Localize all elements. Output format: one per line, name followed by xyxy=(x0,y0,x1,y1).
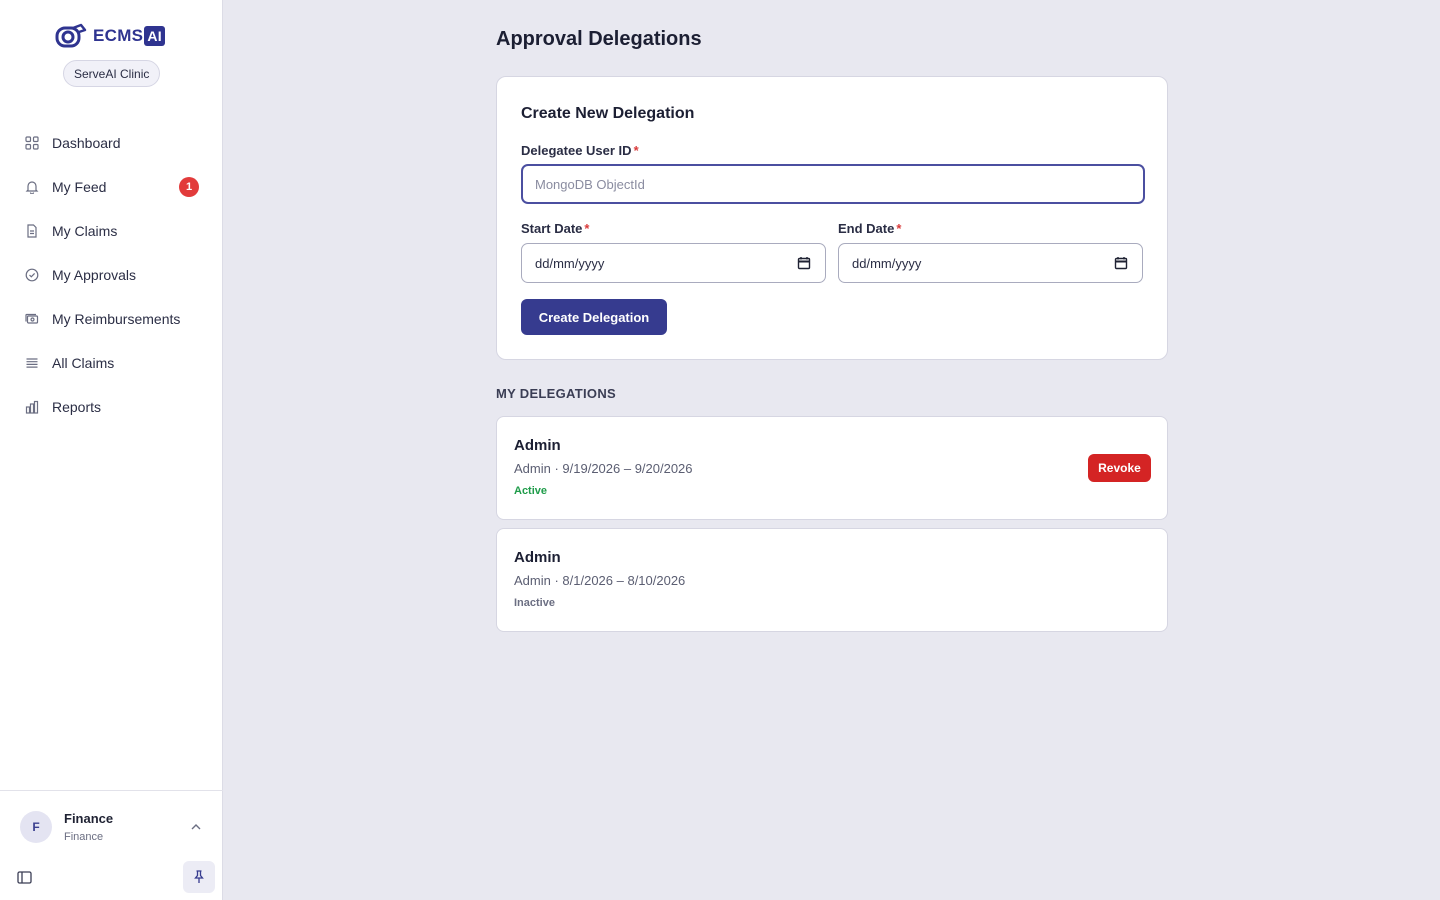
sidebar-toggle-button[interactable] xyxy=(15,868,33,886)
grid-icon xyxy=(24,135,40,151)
delegation-name: Admin xyxy=(514,437,561,454)
status-badge: Inactive xyxy=(514,597,555,609)
sidebar-item-label: All Claims xyxy=(52,355,115,371)
sidebar-item-dashboard[interactable]: Dashboard xyxy=(0,121,223,165)
required-marker: * xyxy=(584,221,590,236)
bell-icon xyxy=(24,179,40,195)
avatar[interactable]: F xyxy=(20,811,52,843)
end-date-value: dd/mm/yyyy xyxy=(852,255,922,271)
sidebar-panel-icon xyxy=(16,870,32,884)
sidebar: ECMS AI ServeAI Clinic Dashboard My Feed… xyxy=(0,0,223,900)
end-date-label-text: End Date xyxy=(838,221,895,236)
delegatee-user-id-input[interactable] xyxy=(521,164,1145,204)
page-title: Approval Delegations xyxy=(496,28,702,50)
sidebar-item-my-feed[interactable]: My Feed 1 xyxy=(0,165,223,209)
start-date-input[interactable]: dd/mm/yyyy xyxy=(521,243,826,283)
sidebar-item-label: Dashboard xyxy=(52,135,121,151)
pin-sidebar-button[interactable] xyxy=(183,861,215,893)
logo-icon xyxy=(55,23,87,48)
end-date-input[interactable]: dd/mm/yyyy xyxy=(838,243,1143,283)
user-role: Finance xyxy=(64,831,104,843)
start-date-label-text: Start Date xyxy=(521,221,583,236)
status-badge: Active xyxy=(514,485,548,497)
create-delegation-form: Create New Delegation Delegatee User ID *… xyxy=(496,76,1168,360)
required-marker: * xyxy=(896,221,902,236)
sidebar-item-label: My Approvals xyxy=(52,267,137,283)
delegatee-label: Delegatee User ID * xyxy=(521,143,639,158)
user-profile: F Finance Finance xyxy=(0,790,223,900)
user-name: Finance xyxy=(64,811,114,826)
list-icon xyxy=(24,355,40,371)
sidebar-nav: Dashboard My Feed 1 My Claims My Approva… xyxy=(0,121,223,429)
delegatee-label-text: Delegatee User ID xyxy=(521,143,632,158)
sidebar-item-all-claims[interactable]: All Claims xyxy=(0,341,223,385)
chevron-up-icon[interactable] xyxy=(189,820,203,834)
my-delegations-heading: MY DELEGATIONS xyxy=(496,386,617,401)
delegation-item: Admin Admin · 9/19/2026 – 9/20/2026 Acti… xyxy=(496,416,1168,520)
sidebar-item-my-approvals[interactable]: My Approvals xyxy=(0,253,223,297)
document-icon xyxy=(24,223,40,239)
form-title: Create New Delegation xyxy=(521,105,695,122)
start-date-label: Start Date * xyxy=(521,221,589,236)
notification-badge: 1 xyxy=(179,177,199,197)
sidebar-item-label: My Claims xyxy=(52,223,118,239)
check-circle-icon xyxy=(24,267,40,283)
sidebar-item-label: Reports xyxy=(52,399,102,415)
start-date-value: dd/mm/yyyy xyxy=(535,255,605,271)
required-marker: * xyxy=(633,143,639,158)
sidebar-item-my-claims[interactable]: My Claims xyxy=(0,209,223,253)
org-badge[interactable]: ServeAI Clinic xyxy=(63,60,161,87)
sidebar-item-label: My Reimbursements xyxy=(52,311,181,327)
sidebar-item-my-reimbursements[interactable]: My Reimbursements xyxy=(0,297,223,341)
brand-name: ECMS AI xyxy=(93,26,165,46)
create-delegation-button[interactable]: Create Delegation xyxy=(521,299,667,335)
end-date-label: End Date * xyxy=(838,221,901,236)
money-icon xyxy=(24,311,40,327)
brand-ai-badge: AI xyxy=(144,26,165,46)
pin-icon xyxy=(194,870,204,883)
brand-name-text: ECMS xyxy=(93,26,144,45)
brand-logo[interactable]: ECMS AI xyxy=(55,22,165,50)
calendar-icon[interactable] xyxy=(1114,256,1128,270)
revoke-button[interactable]: Revoke xyxy=(1088,454,1151,482)
delegation-name: Admin xyxy=(514,549,561,566)
delegation-item: Admin Admin · 8/1/2026 – 8/10/2026 Inact… xyxy=(496,528,1168,632)
calendar-icon[interactable] xyxy=(797,256,811,270)
delegation-date-range: Admin · 9/19/2026 – 9/20/2026 xyxy=(514,461,693,476)
sidebar-item-label: My Feed xyxy=(52,179,107,195)
bar-chart-icon xyxy=(24,399,40,415)
delegation-date-range: Admin · 8/1/2026 – 8/10/2026 xyxy=(514,573,686,588)
sidebar-item-reports[interactable]: Reports xyxy=(0,385,223,429)
